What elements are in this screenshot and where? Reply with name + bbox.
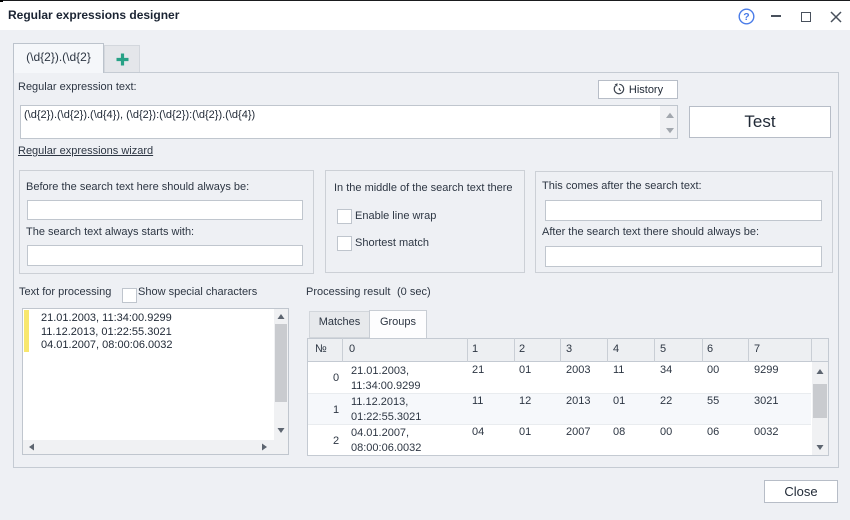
svg-text:?: ? (743, 11, 749, 23)
